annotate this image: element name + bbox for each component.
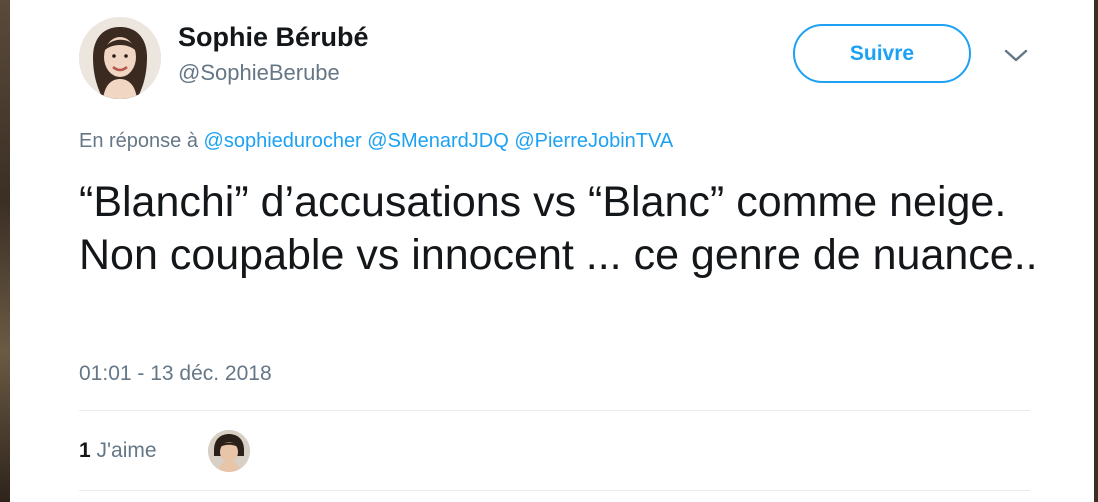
likes-count: 1 (79, 439, 91, 462)
tweet-timestamp[interactable]: 01:01 - 13 déc. 2018 (79, 362, 272, 386)
chevron-down-icon[interactable] (1002, 44, 1030, 66)
reply-prefix: En réponse à (79, 130, 198, 152)
liker-portrait-icon (208, 430, 250, 472)
likes-label: J'aime (96, 439, 157, 462)
likes-stat[interactable]: 1 J'aime (79, 439, 157, 463)
author-handle[interactable]: @SophieBerube (178, 60, 340, 86)
tweet-text: “Blanchi” d’accusations vs “Blanc” comme… (79, 178, 1038, 279)
liker-avatar[interactable] (208, 430, 250, 472)
author-name[interactable]: Sophie Bérubé (178, 22, 369, 53)
avatar-portrait-icon (79, 17, 161, 99)
background-edge-left (0, 0, 10, 502)
mention-link[interactable]: @sophiedurocher (204, 130, 362, 152)
divider (79, 490, 1030, 491)
divider (79, 410, 1030, 411)
author-avatar[interactable] (79, 17, 161, 99)
follow-button[interactable]: Suivre (793, 24, 971, 83)
mention-link[interactable]: @SMenardJDQ (367, 130, 508, 152)
background-edge-right (1094, 0, 1098, 502)
mention-link[interactable]: @PierreJobinTVA (514, 130, 673, 152)
reply-context: En réponse à @sophiedurocher @SMenardJDQ… (79, 130, 673, 153)
